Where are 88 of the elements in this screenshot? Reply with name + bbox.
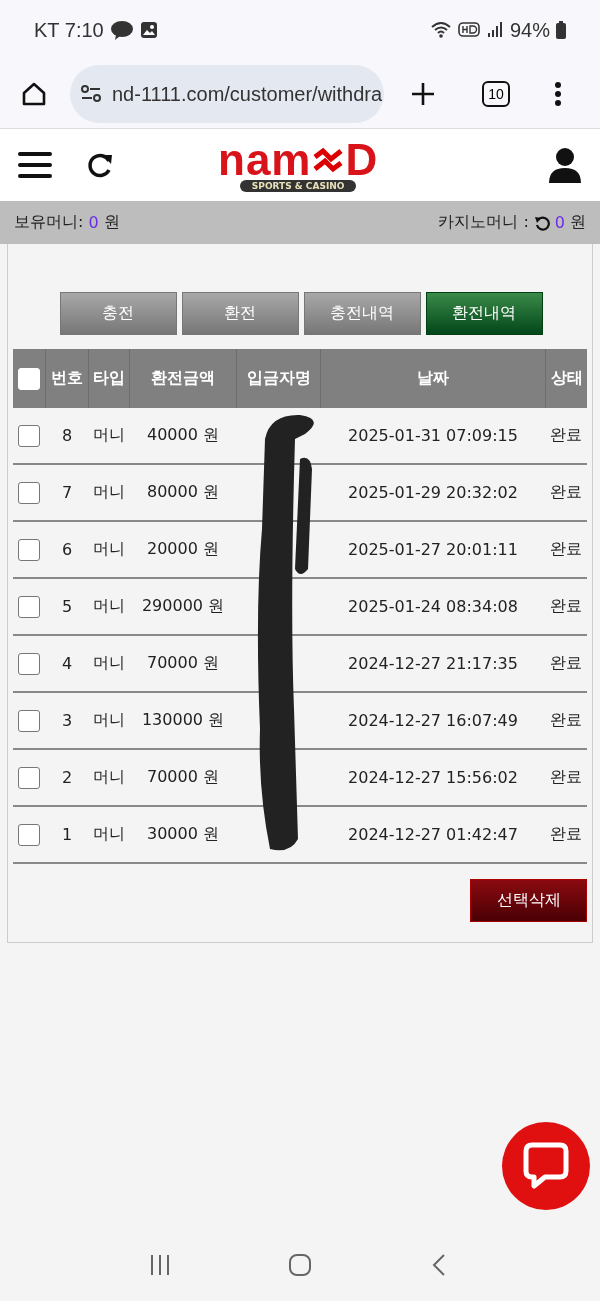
table-cell: 머니 xyxy=(93,653,125,672)
row-checkbox[interactable] xyxy=(18,595,41,618)
column-header: 날짜 xyxy=(417,368,449,387)
new-tab-icon[interactable] xyxy=(410,81,436,107)
table-cell: 2025-01-31 07:09:15 xyxy=(348,426,518,445)
casino-balance-amount: 0 xyxy=(554,213,565,232)
zigzag-icon xyxy=(313,145,344,175)
table-cell: 20000 원 xyxy=(147,539,219,558)
address-bar[interactable]: nd-1111.com/customer/withdra xyxy=(70,65,384,123)
table-cell: 완료 xyxy=(550,539,583,558)
battery-percent: 94% xyxy=(509,18,550,42)
table-cell: 완료 xyxy=(550,596,583,615)
table-cell: 머니 xyxy=(93,425,125,444)
balance-label: 보유머니: xyxy=(14,212,84,233)
table-cell: 3 xyxy=(61,711,73,730)
table-cell: 머니 xyxy=(93,767,125,786)
table-cell: 2024-12-27 01:42:47 xyxy=(348,825,518,844)
table-cell: 70000 원 xyxy=(147,653,219,672)
table-cell: 2025-01-24 08:34:08 xyxy=(348,597,518,616)
row-checkbox[interactable] xyxy=(18,481,41,504)
balance-unit: 원 xyxy=(103,212,120,233)
casino-balance-unit: 원 xyxy=(570,212,586,233)
table-cell: 2 xyxy=(61,768,73,787)
row-checkbox[interactable] xyxy=(18,766,41,789)
site-settings-icon[interactable] xyxy=(80,84,102,104)
column-header: 번호 xyxy=(51,368,83,387)
casino-balance-label: 카지노머니 : xyxy=(438,212,529,233)
table-cell: 완료 xyxy=(550,710,583,729)
select-all-checkbox[interactable] xyxy=(18,367,40,390)
chat-icon xyxy=(109,20,134,40)
table-cell: 머니 xyxy=(93,482,125,501)
carrier-time: KT 7:10 xyxy=(34,18,104,42)
table-cell: 2025-01-27 20:01:11 xyxy=(348,540,518,559)
table-cell: 완료 xyxy=(550,653,583,672)
image-icon xyxy=(139,21,158,39)
column-header: 타입 xyxy=(93,368,125,387)
row-checkbox[interactable] xyxy=(18,823,41,846)
delete-selected-button[interactable]: 선택삭제 xyxy=(470,879,587,922)
table-cell: 2025-01-29 20:32:02 xyxy=(348,483,518,502)
table-cell: 80000 원 xyxy=(147,482,219,501)
column-header: 상태 xyxy=(550,368,583,387)
battery-icon xyxy=(556,21,566,39)
wifi-icon xyxy=(429,21,452,39)
table-cell: 130000 원 xyxy=(141,710,225,729)
table-cell: 7 xyxy=(61,483,73,502)
logo-tagline: SPORTS & CASINO xyxy=(239,180,357,192)
table-cell: 완료 xyxy=(550,824,583,843)
table-cell: 2024-12-27 21:17:35 xyxy=(348,654,518,673)
table-cell: 완료 xyxy=(550,482,583,501)
hd-icon xyxy=(457,21,480,39)
signal-icon xyxy=(485,21,504,39)
table-cell: 2024-12-27 16:07:49 xyxy=(348,711,518,730)
logo-text: nam xyxy=(218,138,312,182)
tab[interactable]: 환전내역 xyxy=(425,292,543,335)
row-checkbox[interactable] xyxy=(18,652,41,675)
table-cell: 30000 원 xyxy=(147,824,219,843)
recent-apps-icon[interactable] xyxy=(148,1253,172,1277)
table-cell: 머니 xyxy=(93,824,125,843)
column-header: 입금자명 xyxy=(246,368,311,387)
home-icon[interactable] xyxy=(20,80,48,108)
column-header: 환전금액 xyxy=(151,368,215,387)
chat-button[interactable] xyxy=(501,1121,591,1211)
row-checkbox[interactable] xyxy=(18,538,41,561)
table-cell: 8 xyxy=(61,426,73,445)
table-cell: 5 xyxy=(61,597,73,616)
tab-count-button[interactable]: 10 xyxy=(482,81,510,107)
refresh-icon[interactable] xyxy=(86,151,114,179)
home-button-icon[interactable] xyxy=(288,1253,312,1277)
table-cell: 머니 xyxy=(93,539,125,558)
table-cell: 완료 xyxy=(550,767,583,786)
table-cell: 40000 원 xyxy=(147,425,219,444)
more-menu-icon[interactable] xyxy=(554,81,562,107)
table-cell: 머니 xyxy=(93,596,125,615)
table-cell: 290000 원 xyxy=(141,596,225,615)
table-cell: 6 xyxy=(61,540,73,559)
user-icon[interactable] xyxy=(548,147,582,183)
row-checkbox[interactable] xyxy=(18,709,41,732)
table-cell: 2024-12-27 15:56:02 xyxy=(348,768,518,787)
refresh-icon[interactable] xyxy=(533,214,550,231)
balance-amount: 0 xyxy=(88,213,99,232)
row-checkbox[interactable] xyxy=(18,424,41,447)
table-cell: 70000 원 xyxy=(147,767,219,786)
menu-icon[interactable] xyxy=(18,151,52,179)
table-cell: 머니 xyxy=(93,710,125,729)
table-cell: 1 xyxy=(61,825,73,844)
logo-text: D xyxy=(345,138,379,182)
table-cell: 완료 xyxy=(550,425,583,444)
table-cell: 4 xyxy=(61,654,73,673)
